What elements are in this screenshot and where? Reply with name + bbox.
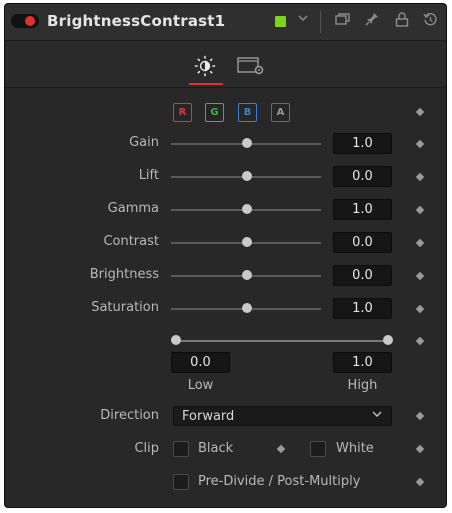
clip-label: Clip [134,441,159,456]
chevron-down-icon[interactable] [294,12,312,30]
saturation-input[interactable]: 1.0 [333,298,392,319]
contrast-slider-knob[interactable] [242,237,252,247]
brightness-slider-knob[interactable] [242,270,252,280]
lift-slider-knob[interactable] [242,171,252,181]
active-tab-indicator [189,83,223,85]
lock-icon[interactable] [393,12,411,30]
saturation-label: Saturation [91,300,159,315]
direction-label: Direction [100,408,159,423]
range-slider-track[interactable] [175,340,387,342]
channel-b-button[interactable]: B [238,103,257,122]
high-label: High [347,378,378,393]
keyframe-diamond[interactable] [415,107,425,117]
high-input[interactable]: 1.0 [333,352,392,373]
gain-keyframe-diamond[interactable] [415,139,425,149]
channel-g-button[interactable]: G [205,103,224,122]
predivide-label: Pre-Divide / Post-Multiply [198,474,361,489]
direction-keyframe-diamond[interactable] [415,411,425,421]
gamma-label: Gamma [107,201,159,216]
predivide-keyframe-diamond[interactable] [415,477,425,487]
tool-title: BrightnessContrast1 [47,12,226,30]
channel-a-button[interactable]: A [271,103,290,122]
clip-black-label: Black [198,441,234,456]
channel-a-label: A [276,107,285,118]
enable-dot [25,16,35,26]
low-label: Low [187,378,214,393]
gain-label: Gain [129,135,159,150]
inspector-panel: BrightnessContrast1 R G B A Gain 1.0 Lif… [4,3,447,508]
color-swatch[interactable] [275,16,286,27]
clip-white-keyframe-diamond[interactable] [415,444,425,454]
tool-header[interactable]: BrightnessContrast1 [5,4,446,41]
brightness-keyframe-diamond[interactable] [415,271,425,281]
reset-icon[interactable] [421,12,439,30]
contrast-keyframe-diamond[interactable] [415,238,425,248]
clip-black-checkbox[interactable] [173,441,189,457]
copy-icon[interactable] [334,12,352,30]
brightness-input[interactable]: 0.0 [333,265,392,286]
brightness-label: Brightness [89,267,159,282]
channel-g-label: G [210,107,219,118]
channel-b-label: B [243,107,252,118]
channel-r-label: R [178,107,187,118]
gain-input[interactable]: 1.0 [333,133,392,154]
inspector-tabs [5,41,446,88]
range-keyframe-diamond[interactable] [415,336,425,346]
gamma-slider-knob[interactable] [242,204,252,214]
contrast-input[interactable]: 0.0 [333,232,392,253]
range-low-knob[interactable] [171,335,181,345]
predivide-checkbox[interactable] [173,474,189,490]
brightness-icon[interactable] [194,55,216,77]
low-input[interactable]: 0.0 [171,352,230,373]
clip-white-checkbox[interactable] [310,441,326,457]
pin-icon[interactable] [363,12,381,30]
range-high-knob[interactable] [383,335,393,345]
saturation-keyframe-diamond[interactable] [415,304,425,314]
chevron-down-icon [371,407,383,427]
direction-value: Forward [182,409,235,424]
gain-slider-knob[interactable] [242,138,252,148]
lift-input[interactable]: 0.0 [333,166,392,187]
gamma-input[interactable]: 1.0 [333,199,392,220]
saturation-slider-knob[interactable] [242,303,252,313]
clip-black-keyframe-diamond[interactable] [276,444,286,454]
direction-dropdown[interactable]: Forward [173,406,392,426]
header-divider [320,11,321,33]
enable-toggle[interactable] [11,14,39,28]
channel-r-button[interactable]: R [173,103,192,122]
gamma-keyframe-diamond[interactable] [415,205,425,215]
clip-white-label: White [336,441,374,456]
settings-icon[interactable] [237,56,267,76]
lift-keyframe-diamond[interactable] [415,172,425,182]
contrast-label: Contrast [103,234,159,249]
lift-label: Lift [138,168,159,183]
